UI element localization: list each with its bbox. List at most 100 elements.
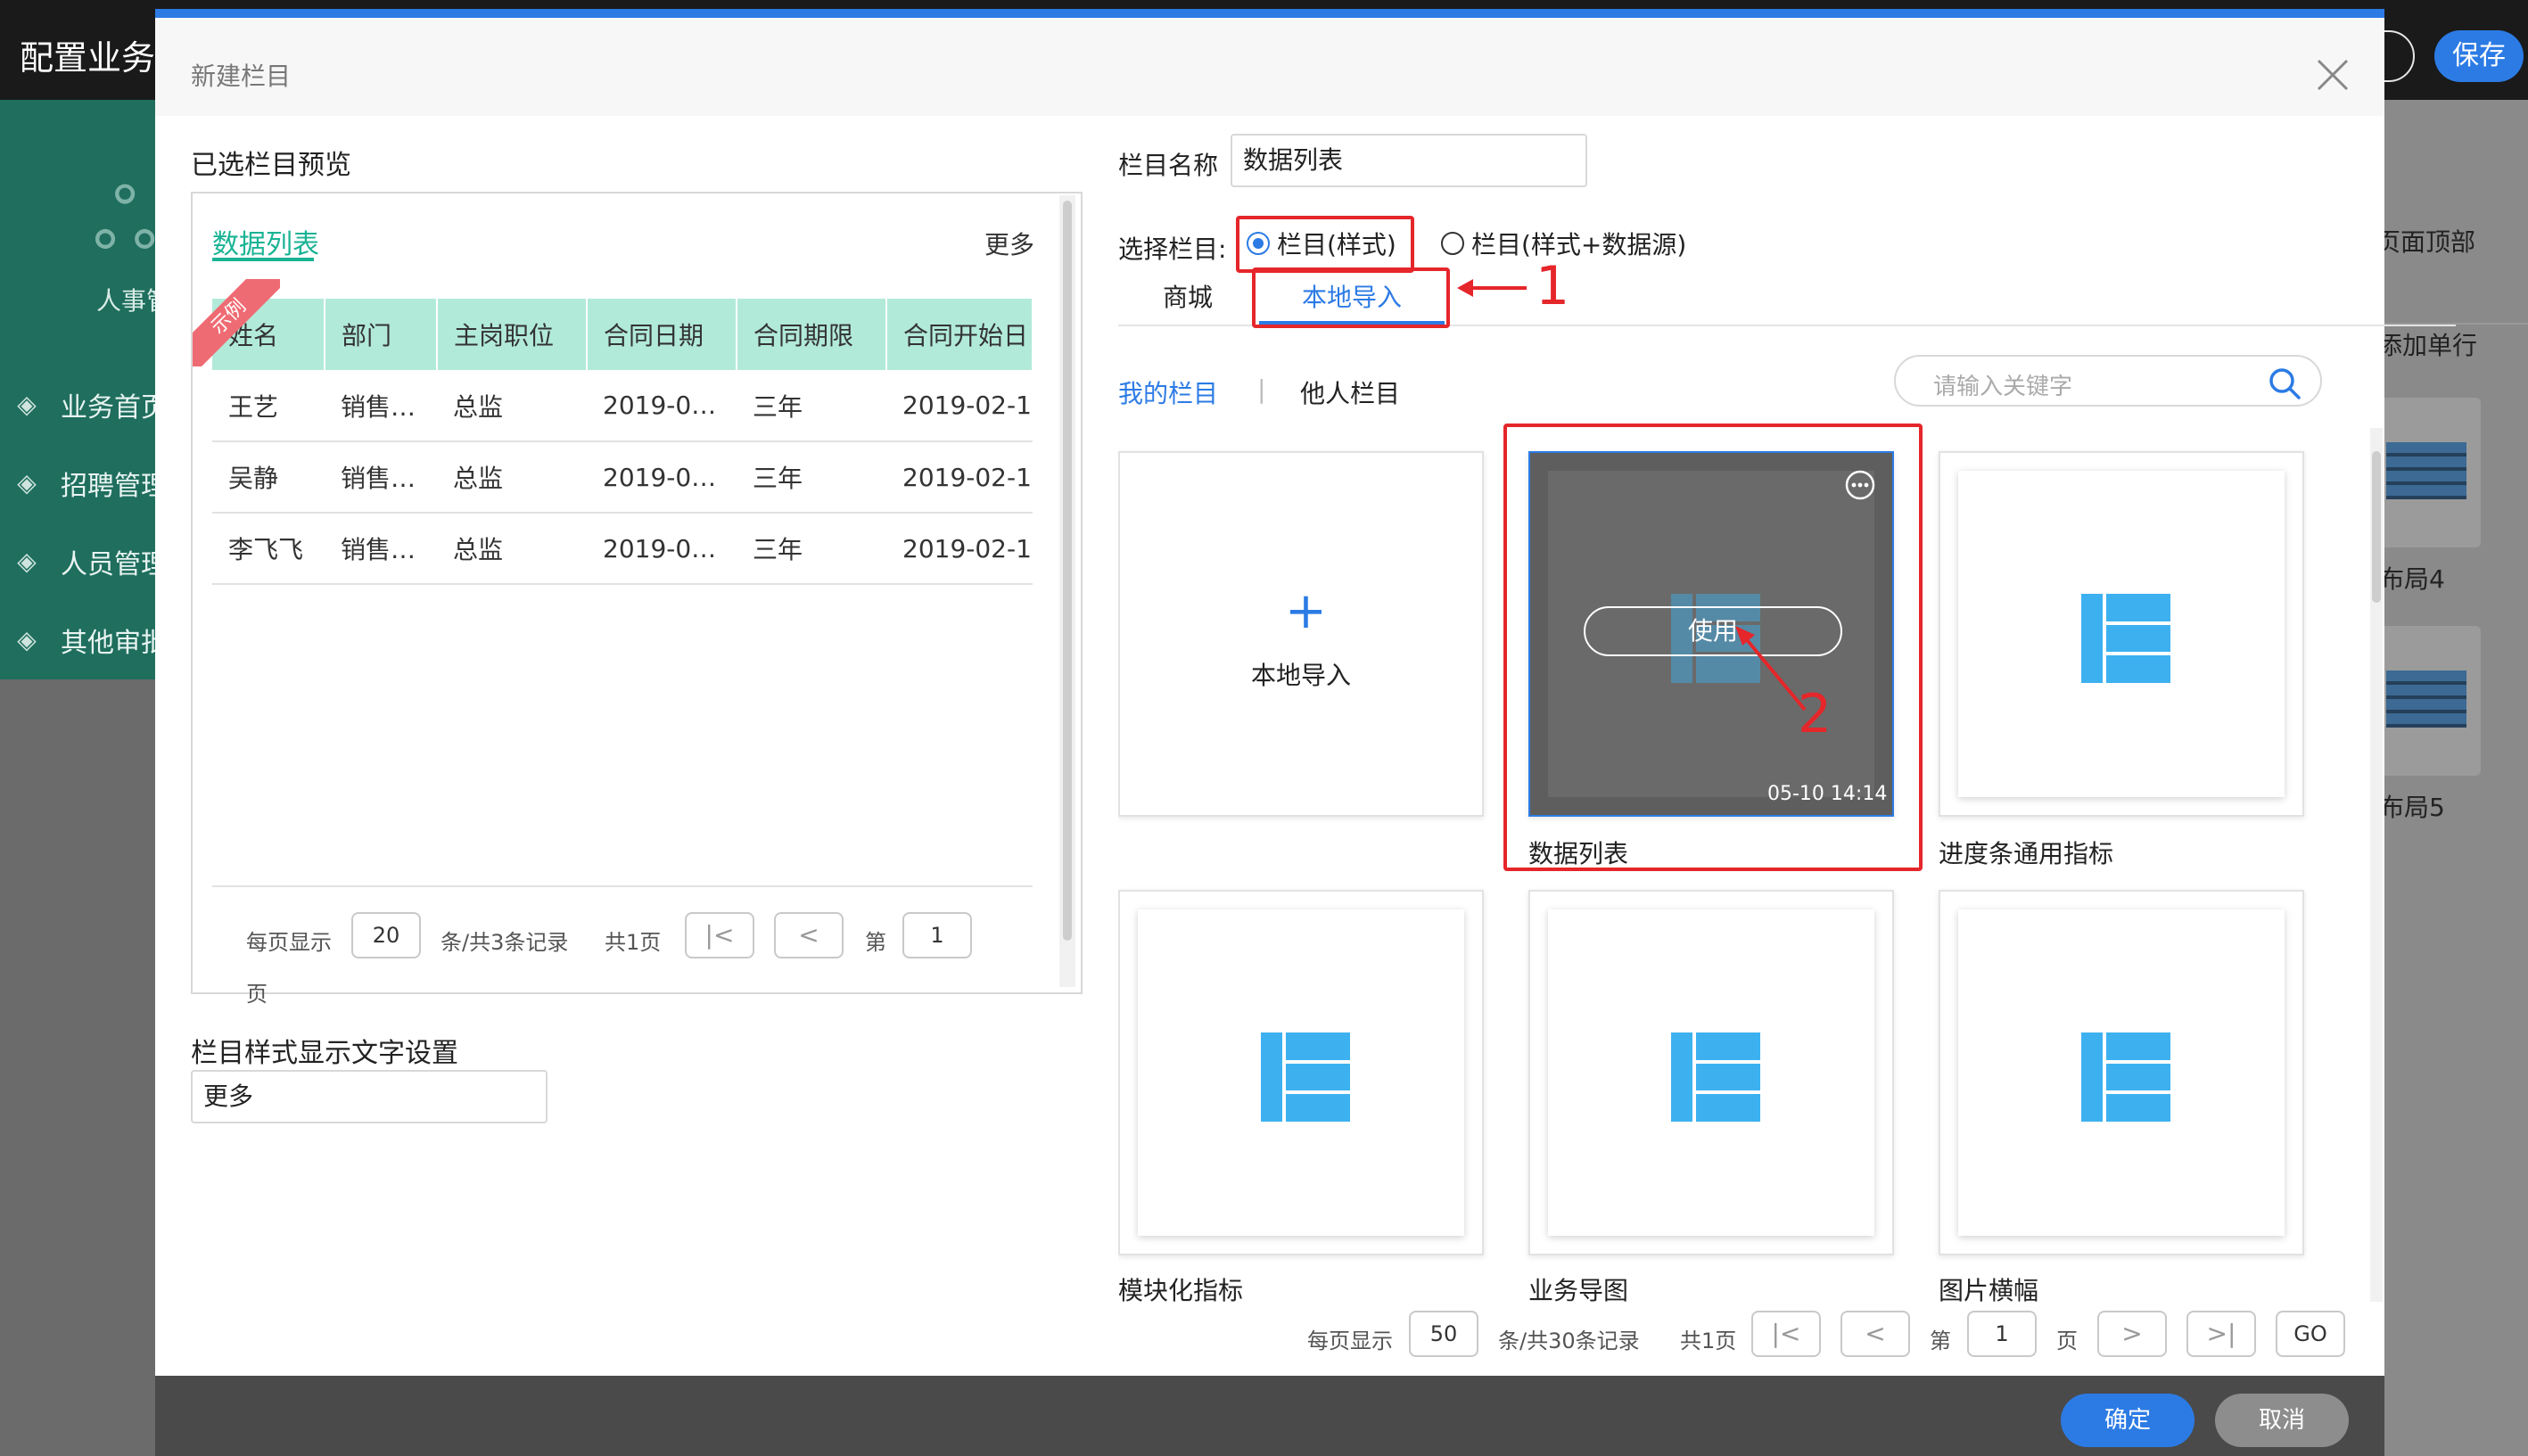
brick-icon: [2386, 442, 2466, 499]
column-header: 合同期限: [737, 299, 887, 370]
table-cell: 总监: [437, 513, 587, 585]
annotation-box: [1252, 267, 1450, 328]
last-page-button[interactable]: >|: [2186, 1311, 2256, 1357]
local-import-label: 本地导入: [1250, 661, 1351, 690]
column-card-business-map[interactable]: [1528, 890, 1894, 1255]
annotation-arrow-icon: [1457, 279, 1527, 297]
layers-icon: ◈: [17, 625, 37, 654]
preview-heading: 已选栏目预览: [191, 150, 351, 181]
radio-empty-icon[interactable]: [1441, 232, 1464, 255]
save-button[interactable]: 保存: [2434, 30, 2524, 82]
preview-table: 姓名 部门 主岗职位 合同日期 合同期限 合同开始日 王艺 销售… 总监 201…: [212, 299, 1033, 585]
card-thumbnail: [1958, 909, 2285, 1236]
table-cell: 三年: [737, 441, 886, 514]
more-text-input[interactable]: 更多: [191, 1070, 548, 1123]
sidebar-item-home[interactable]: ◈ 业务首页: [12, 385, 168, 424]
chevron-right-icon: >: [2121, 1319, 2143, 1348]
page-label: 第: [865, 930, 886, 955]
tab-my-columns[interactable]: 我的栏目: [1118, 374, 1218, 410]
last-page-icon: >|: [2206, 1319, 2236, 1348]
page-input[interactable]: 1: [1967, 1311, 2037, 1357]
next-page-button[interactable]: >: [2097, 1311, 2167, 1357]
sidebar-item-staff[interactable]: ◈ 人员管理: [12, 542, 168, 581]
column-card-banner[interactable]: [1939, 890, 2304, 1255]
annotation-number: 1: [1536, 255, 1570, 317]
cancel-button[interactable]: 取消: [2215, 1394, 2349, 1447]
card-name: 图片横幅: [1939, 1276, 2039, 1302]
preview-tab[interactable]: 数据列表: [212, 222, 319, 261]
table-header-row: 姓名 部门 主岗职位 合同日期 合同期限 合同开始日: [212, 299, 1033, 370]
page-input[interactable]: 1: [902, 912, 972, 958]
page-suffix-label: 页: [246, 982, 268, 1007]
sample-ribbon: 示例: [193, 279, 280, 366]
layout-card[interactable]: [2372, 398, 2481, 547]
table-cell: 2019-0…: [587, 370, 737, 442]
per-page-input[interactable]: 50: [1409, 1311, 1478, 1357]
total-pages-label: 共1页: [1680, 1328, 1737, 1353]
confirm-button[interactable]: 确定: [2061, 1394, 2195, 1447]
per-page-label: 每页显示: [246, 930, 332, 955]
column-name-input[interactable]: 数据列表: [1231, 134, 1587, 187]
dialog-footer: [155, 1376, 2384, 1456]
prev-page-button[interactable]: <: [774, 912, 844, 958]
column-card-module[interactable]: [1118, 890, 1484, 1255]
list-icon: [2081, 1032, 2170, 1122]
logo-icon: ஃ: [93, 172, 158, 267]
table-cell: 2019-0…: [587, 513, 737, 585]
tab-others-columns[interactable]: 他人栏目: [1300, 374, 1400, 410]
tab-separator: |: [1257, 374, 1266, 404]
column-name-label: 栏目名称: [1118, 151, 1219, 180]
records-label: 条/共3条记录: [441, 930, 569, 955]
page-suffix-label: 页: [2056, 1328, 2078, 1353]
layers-icon: ◈: [17, 468, 37, 498]
list-icon: [1261, 1032, 1350, 1122]
text-setting-label: 栏目样式显示文字设置: [191, 1038, 458, 1069]
add-row-label[interactable]: 添加单行: [2377, 326, 2477, 362]
column-header: 部门: [325, 299, 438, 370]
table-cell: 李飞飞: [212, 513, 325, 585]
designer-panel: [2383, 100, 2528, 1456]
table-cell: 2019-0…: [587, 441, 737, 514]
page-top-label: 页面顶部: [2376, 227, 2476, 257]
search-input[interactable]: 请输入关键字: [1894, 355, 2322, 407]
layers-icon: ◈: [17, 390, 37, 419]
dialog-title: 新建栏目: [191, 62, 292, 91]
local-import-card[interactable]: + 本地导入: [1118, 451, 1484, 817]
tab-store[interactable]: 商城: [1163, 278, 1213, 314]
table-cell: 三年: [737, 513, 886, 585]
table-cell: 销售…: [325, 513, 437, 585]
prev-page-button[interactable]: <: [1840, 1311, 1910, 1357]
column-card-progress[interactable]: [1939, 451, 2304, 817]
table-cell: 王艺: [212, 370, 325, 442]
preview-panel: 数据列表 更多 姓名 部门 主岗职位 合同日期 合同期限 合同开始日 王艺 销售…: [191, 192, 1083, 1007]
sidebar-item-other[interactable]: ◈ 其他审批: [12, 621, 168, 660]
tab-underline: [212, 258, 314, 261]
preview-scrollbar-thumb[interactable]: [1063, 201, 1072, 941]
chevron-left-icon: <: [798, 920, 819, 950]
column-header: 合同开始日: [886, 299, 1033, 370]
card-name: 进度条通用指标: [1939, 839, 2114, 868]
annotation-box: [1236, 216, 1414, 273]
sidebar-item-recruit[interactable]: ◈ 招聘管理: [12, 464, 168, 503]
card-thumbnail: [1548, 909, 1874, 1236]
grid-scrollbar-thumb[interactable]: [2372, 451, 2381, 603]
layout-card[interactable]: [2372, 626, 2481, 776]
preview-more-link[interactable]: 更多: [984, 226, 1034, 261]
select-column-label: 选择栏目:: [1118, 234, 1227, 264]
card-thumbnail: [1138, 909, 1464, 1236]
table-cell: 2019-02-16: [886, 370, 1033, 442]
table-row: 王艺 销售… 总监 2019-0… 三年 2019-02-16: [212, 370, 1033, 442]
list-icon: [1671, 1032, 1760, 1122]
first-page-button[interactable]: |<: [1751, 1311, 1821, 1357]
chevron-left-icon: <: [1865, 1319, 1886, 1348]
go-button[interactable]: GO: [2276, 1311, 2345, 1357]
dialog-accent-line: [155, 9, 2384, 18]
per-page-input[interactable]: 20: [351, 912, 421, 958]
close-icon[interactable]: [2311, 53, 2354, 96]
annotation-number: 2: [1798, 683, 1832, 745]
card-name: 模块化指标: [1118, 1276, 1244, 1302]
divider: [212, 885, 1033, 887]
records-label: 条/共30条记录: [1498, 1328, 1640, 1353]
search-icon[interactable]: [2267, 366, 2302, 401]
first-page-button[interactable]: |<: [685, 912, 754, 958]
